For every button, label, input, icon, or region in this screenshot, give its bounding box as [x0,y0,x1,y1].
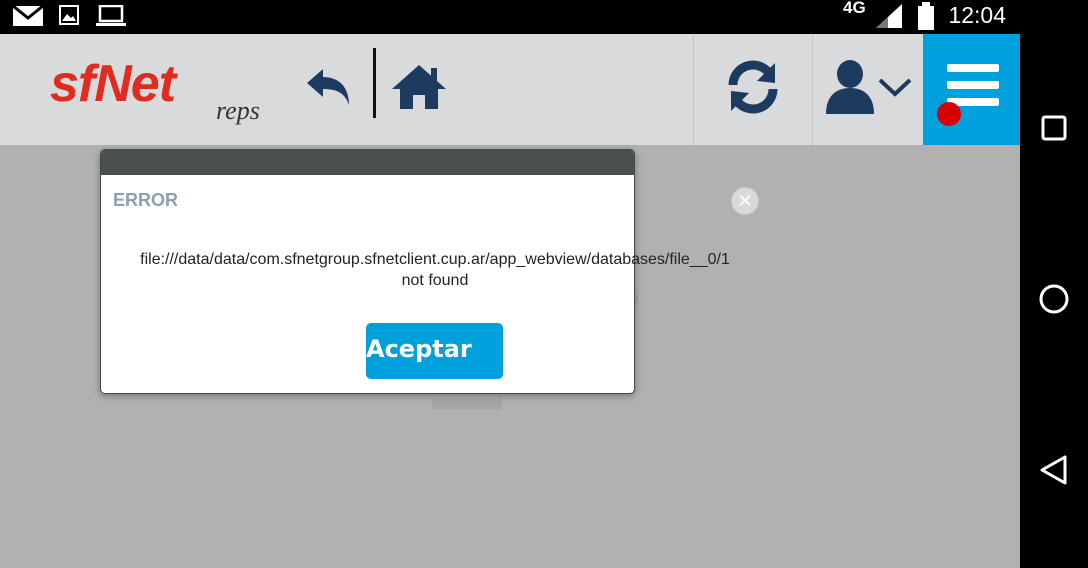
logo: sfNet reps [50,54,260,125]
refresh-icon [725,59,781,120]
logo-sub: reps [216,96,260,125]
home-nav-button[interactable] [1020,271,1088,331]
user-button[interactable] [813,34,923,145]
dialog-header-bar [101,150,634,175]
logo-main: sfNet [50,55,176,113]
app-header: sfNet reps [0,34,1020,145]
network-type: 4G [843,0,866,17]
image-icon [59,5,79,30]
dialog-title: ERROR [113,190,179,210]
chevron-down-icon [878,76,912,103]
signal-icon [874,4,904,33]
refresh-button[interactable] [694,34,812,145]
home-icon [390,63,448,116]
status-bar: 4G 12:04 [0,0,1020,34]
dialog-message: file:///data/data/com.sfnetgroup.sfnetcl… [110,249,760,291]
back-button[interactable] [300,34,356,145]
back-triangle-icon [1039,454,1069,491]
home-button[interactable] [388,34,450,145]
battery-icon [917,2,935,35]
accept-button[interactable]: Aceptar [366,323,503,379]
back-nav-button[interactable] [1020,442,1088,502]
background-graphic [432,399,502,409]
close-icon: ✕ [737,190,753,212]
laptop-icon [96,4,126,32]
dialog-message-line: file:///data/data/com.sfnetgroup.sfnetcl… [140,251,730,268]
home-circle-icon [1038,283,1070,320]
navigation-bar [1020,0,1088,568]
user-icon [824,58,876,121]
recents-icon [1040,114,1068,147]
notification-dot [937,102,961,126]
recents-button[interactable] [1020,100,1088,160]
mail-icon [12,4,44,32]
header-separator [373,48,376,118]
status-time: 12:04 [948,2,1006,28]
back-icon [305,67,351,112]
dialog-message-line: not found [401,272,469,289]
menu-button[interactable] [923,34,1020,145]
close-button[interactable]: ✕ [731,187,759,215]
